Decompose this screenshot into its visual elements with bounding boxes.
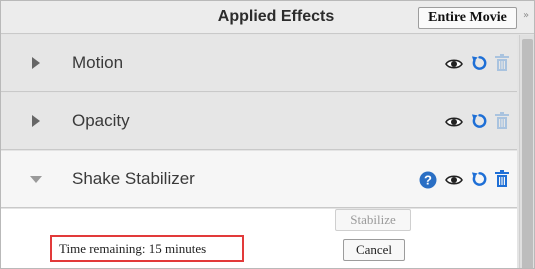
scrollbar-thumb[interactable] — [522, 39, 533, 268]
eye-icon[interactable] — [445, 174, 463, 186]
trash-icon[interactable] — [495, 54, 509, 71]
reset-icon[interactable] — [471, 112, 488, 130]
reset-icon[interactable] — [471, 54, 488, 72]
time-remaining-status: Time remaining: 15 minutes — [50, 235, 244, 262]
eye-icon[interactable] — [445, 58, 463, 70]
cancel-button[interactable]: Cancel — [343, 239, 405, 261]
effect-name: Shake Stabilizer — [72, 169, 195, 188]
reset-icon[interactable] — [471, 170, 488, 188]
help-icon[interactable]: ? — [419, 171, 437, 189]
effect-name: Motion — [72, 53, 124, 72]
panel-title: Applied Effects — [217, 8, 335, 25]
svg-text:?: ? — [424, 173, 432, 188]
eye-icon[interactable] — [445, 116, 463, 128]
trash-icon[interactable] — [495, 170, 509, 187]
effect-name: Opacity — [72, 111, 130, 130]
panel-expand-icon[interactable]: » — [523, 10, 534, 22]
stabilize-button[interactable]: Stabilize — [335, 209, 411, 231]
disclosure-collapsed-icon[interactable] — [31, 57, 41, 69]
scope-button[interactable]: Entire Movie — [418, 7, 517, 29]
effect-row-motion[interactable]: Motion — [1, 35, 517, 92]
panel-header: Applied Effects Entire Movie » — [1, 1, 534, 34]
disclosure-collapsed-icon[interactable] — [31, 115, 41, 127]
trash-icon[interactable] — [495, 112, 509, 129]
applied-effects-panel: Applied Effects Entire Movie » Motion Op… — [0, 0, 535, 269]
effect-row-shake-stabilizer[interactable]: Shake Stabilizer ? — [1, 151, 517, 208]
disclosure-expanded-icon[interactable] — [30, 176, 42, 184]
effect-row-opacity[interactable]: Opacity — [1, 93, 517, 150]
